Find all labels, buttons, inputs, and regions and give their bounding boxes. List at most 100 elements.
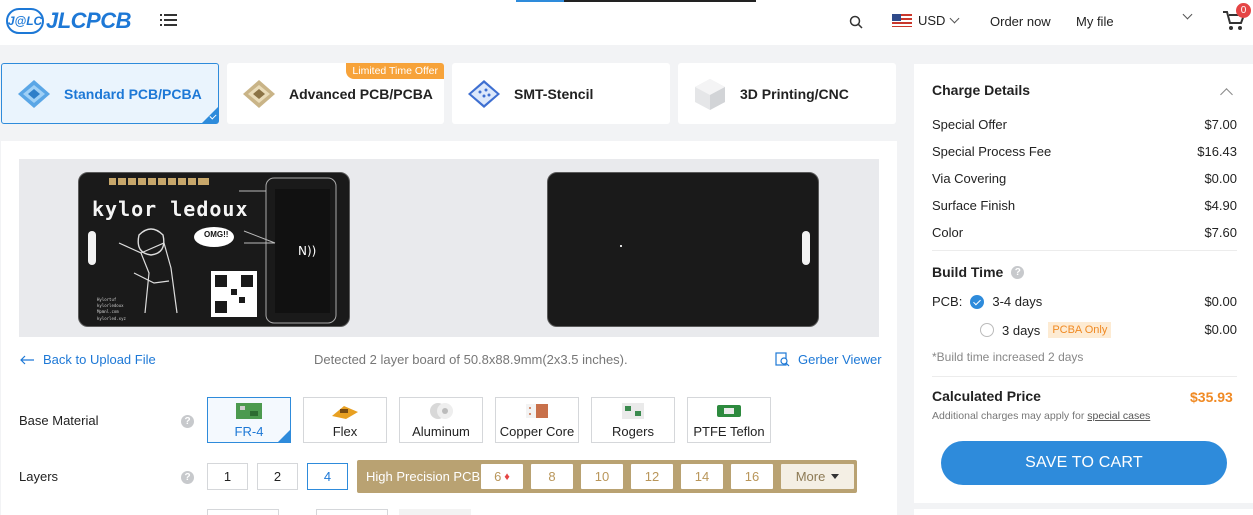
- board-slot: [802, 231, 810, 265]
- build-option-label: 3 days: [1002, 322, 1041, 338]
- charge-details-panel: Charge Details Special Offer $7.00 Speci…: [914, 64, 1253, 503]
- board-name-text: kylor ledoux: [92, 197, 249, 221]
- charge-value: $7.00: [1204, 117, 1237, 132]
- charge-row: Via Covering $0.00: [932, 171, 1237, 186]
- material-label: FR-4: [234, 424, 264, 439]
- board-via-dot: [620, 245, 622, 247]
- back-to-upload-label: Back to Upload File: [43, 352, 156, 367]
- layer-option-8[interactable]: 8: [531, 464, 573, 489]
- layer-option-1[interactable]: 1: [207, 463, 248, 490]
- next-row-option[interactable]: [207, 509, 279, 515]
- logo-text: JLCPCB: [46, 8, 132, 33]
- selected-check-icon: [202, 107, 218, 123]
- base-material-help-icon[interactable]: ?: [181, 415, 194, 428]
- build-option-row[interactable]: PCB: 3-4 days $0.00: [932, 294, 1237, 309]
- charge-name: Surface Finish: [932, 198, 1016, 213]
- material-label: Aluminum: [412, 424, 470, 439]
- tab-label: 3D Printing/CNC: [740, 85, 849, 102]
- divider: [932, 376, 1237, 377]
- more-label: More: [795, 469, 826, 484]
- build-time-help-icon[interactable]: ?: [1011, 265, 1025, 279]
- svg-text:Hylortuf: Hylortuf: [97, 297, 117, 302]
- next-row-option[interactable]: [399, 509, 471, 515]
- pcba-only-badge: PCBA Only: [1048, 322, 1112, 338]
- copper-core-board-icon: [526, 404, 548, 418]
- save-to-cart-button[interactable]: SAVE TO CART: [941, 441, 1227, 485]
- build-option-price: $0.00: [1204, 294, 1237, 309]
- currency-selector[interactable]: USD: [892, 13, 960, 28]
- layer-option-4[interactable]: 4: [307, 463, 348, 490]
- svg-text:N)): N)): [298, 244, 316, 258]
- search-icon[interactable]: [849, 15, 863, 29]
- top-header: J@LC JLCPCB USD Order now My file 0: [0, 0, 1253, 45]
- radio-unselected[interactable]: [980, 323, 994, 337]
- charge-row: Special Process Fee $16.43: [932, 144, 1237, 159]
- additional-charges-note: Additional charges may apply for special…: [932, 410, 1150, 422]
- tab-smt-stencil[interactable]: SMT-Stencil: [452, 63, 670, 124]
- high-precision-pcb-bar: High Precision PCB 6 ♦ 8 10 12 14 16 Mor…: [357, 460, 857, 493]
- chevron-up-icon[interactable]: [1220, 88, 1233, 101]
- layer-option-6[interactable]: 6 ♦: [481, 464, 523, 489]
- charge-name: Special Process Fee: [932, 144, 1052, 159]
- material-option-ptfe-teflon[interactable]: PTFE Teflon: [687, 397, 771, 443]
- charge-row: Color $7.60: [932, 225, 1237, 240]
- tab-3d-printing[interactable]: 3D Printing/CNC: [678, 63, 896, 124]
- fr4-board-icon: [236, 403, 262, 419]
- layer-option-12[interactable]: 12: [631, 464, 673, 489]
- build-time-label: Build Time: [932, 264, 1004, 280]
- smt-stencil-icon: [468, 79, 500, 108]
- board-back-preview[interactable]: [547, 172, 819, 327]
- material-option-copper-core[interactable]: Copper Core: [495, 397, 579, 443]
- material-label: Flex: [332, 424, 358, 439]
- menu-icon[interactable]: [160, 13, 178, 27]
- calculated-price-title: Calculated Price: [932, 388, 1041, 404]
- pcb-config-panel: N)) Hylortuf kylorledoux Mpmnl.com kylorled…: [1, 141, 897, 515]
- material-option-aluminum[interactable]: Aluminum: [399, 397, 483, 443]
- charge-row: Surface Finish $4.90: [932, 198, 1237, 213]
- layer-option-10[interactable]: 10: [581, 464, 623, 489]
- jlcpcb-logo[interactable]: J@LC JLCPCB: [6, 8, 132, 34]
- my-file-link[interactable]: My file: [1076, 14, 1114, 29]
- material-option-flex[interactable]: Flex: [303, 397, 387, 443]
- tab-standard-pcb[interactable]: Standard PCB/PCBA: [1, 63, 219, 124]
- tab-label: Advanced PCB/PCBA: [289, 85, 433, 102]
- gerber-preview: N)) Hylortuf kylorledoux Mpmnl.com kylorled…: [19, 159, 879, 337]
- gerber-viewer-link[interactable]: Gerber Viewer: [775, 352, 882, 367]
- page-loading-bar: [516, 0, 756, 2]
- material-option-rogers[interactable]: Rogers: [591, 397, 675, 443]
- chevron-down-icon[interactable]: [1182, 9, 1193, 20]
- radio-selected[interactable]: [970, 294, 985, 309]
- hot-flame-icon: ♦: [504, 470, 510, 483]
- layers-help-icon[interactable]: ?: [181, 471, 194, 484]
- layer-option-14[interactable]: 14: [681, 464, 723, 489]
- limited-offer-badge: Limited Time Offer: [346, 63, 444, 79]
- advanced-pcb-icon: [243, 79, 275, 108]
- caret-down-icon: [831, 474, 840, 479]
- speech-bubble-text: OMG!!: [204, 230, 229, 239]
- layer-option-2[interactable]: 2: [257, 463, 298, 490]
- layer-option-label: 6: [494, 469, 502, 484]
- divider: [932, 250, 1237, 251]
- next-row-option[interactable]: [316, 509, 388, 515]
- logo-badge: J@LC: [6, 8, 44, 34]
- aluminum-board-icon: [430, 403, 453, 419]
- more-layers-dropdown[interactable]: More: [781, 464, 854, 489]
- tab-label: Standard PCB/PCBA: [64, 85, 202, 102]
- layers-label: Layers: [19, 469, 59, 484]
- tab-advanced-pcb[interactable]: Advanced PCB/PCBA Limited Time Offer: [227, 63, 444, 124]
- calculated-price-value: $35.93: [1190, 389, 1233, 405]
- board-front-preview[interactable]: N)) Hylortuf kylorledoux Mpmnl.com kylorled…: [78, 172, 350, 327]
- layer-option-16[interactable]: 16: [731, 464, 773, 489]
- tab-label: SMT-Stencil: [514, 85, 594, 102]
- 3d-printing-icon: [695, 78, 725, 110]
- material-option-fr4[interactable]: FR-4: [207, 397, 291, 443]
- build-time-title: Build Time ?: [932, 264, 1025, 280]
- material-label: PTFE Teflon: [693, 424, 765, 439]
- charge-name: Via Covering: [932, 171, 1007, 186]
- special-cases-link[interactable]: special cases: [1087, 410, 1150, 422]
- charge-name: Color: [932, 225, 964, 240]
- build-time-note: *Build time increased 2 days: [932, 350, 1084, 364]
- order-now-link[interactable]: Order now: [990, 14, 1051, 29]
- build-option-row[interactable]: 3 days PCBA Only $0.00: [932, 322, 1237, 338]
- back-to-upload-link[interactable]: Back to Upload File: [19, 352, 156, 367]
